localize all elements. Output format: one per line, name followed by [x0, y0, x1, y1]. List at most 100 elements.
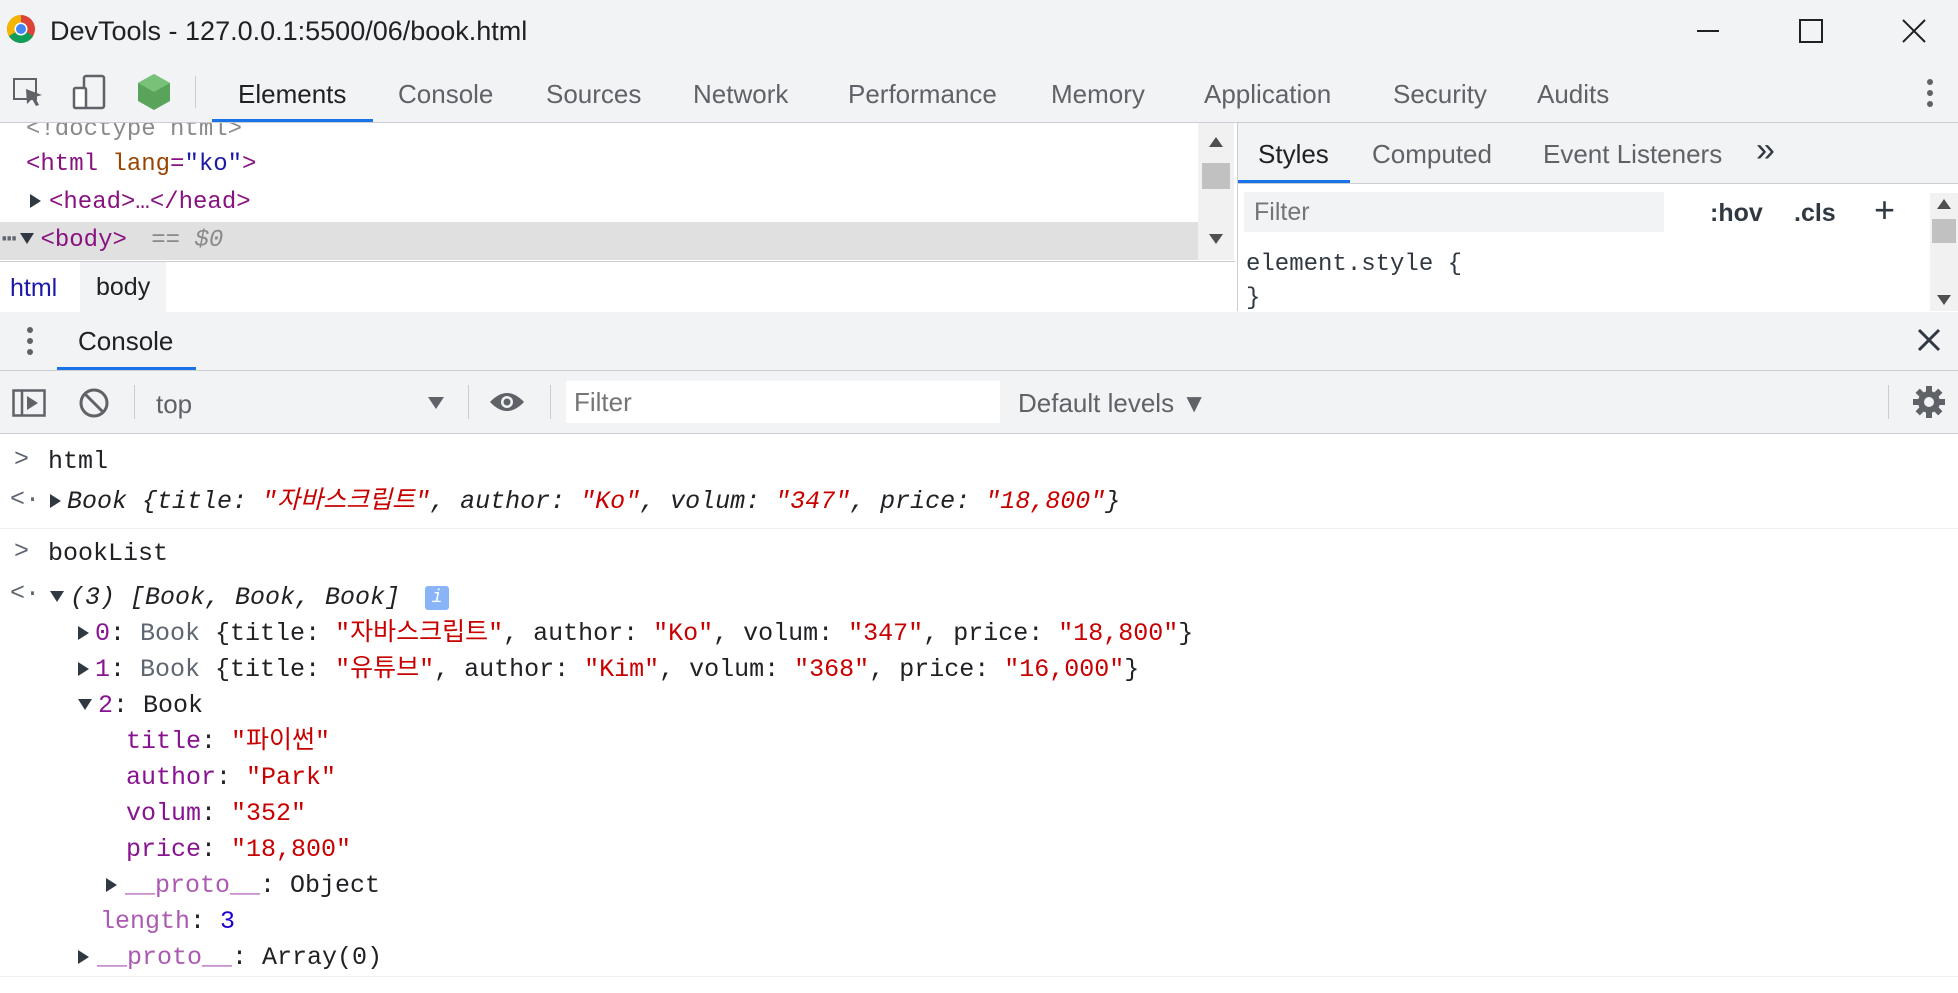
log-levels-dropdown[interactable]: Default levels ▼	[1018, 388, 1207, 419]
item-price-key: , price:	[923, 619, 1059, 648]
array-item-row[interactable]: 1: Book {title: "유튜브", author: "Kim", vo…	[0, 652, 1958, 688]
scroll-down-icon[interactable]	[1209, 234, 1223, 244]
colon: :	[232, 943, 263, 972]
item-prefix: {title:	[200, 655, 336, 684]
colon: :	[110, 655, 141, 684]
tab-styles[interactable]: Styles	[1258, 139, 1329, 170]
html-node-line[interactable]: <html lang="ko">	[26, 146, 256, 184]
tab-console[interactable]: Console	[398, 79, 493, 110]
extension-button[interactable]	[136, 73, 172, 116]
item-prefix: {title:	[200, 619, 336, 648]
close-window-button[interactable]	[1884, 8, 1944, 54]
tab-audits[interactable]: Audits	[1537, 79, 1609, 110]
proto-object-row[interactable]: __proto__: Object	[0, 868, 1958, 904]
drawer-menu-button[interactable]	[20, 324, 40, 363]
hov-toggle-button[interactable]: :hov	[1710, 199, 1763, 228]
colon: :	[260, 871, 291, 900]
proto-array-row[interactable]: __proto__: Array(0)	[0, 940, 1958, 977]
styles-filter-input[interactable]	[1244, 192, 1664, 232]
expand-arrow-icon[interactable]	[106, 878, 117, 892]
device-toolbar-button[interactable]	[72, 74, 108, 115]
more-options-button[interactable]	[1918, 76, 1942, 115]
body-node-line[interactable]: ⋯ <body> == $0	[0, 222, 1200, 260]
close-drawer-button[interactable]	[1917, 328, 1941, 357]
block-icon	[79, 388, 109, 418]
property-key: title	[126, 727, 202, 756]
context-selector[interactable]: top	[140, 379, 450, 425]
tab-event-listeners[interactable]: Event Listeners	[1543, 139, 1722, 170]
scroll-up-icon[interactable]	[1209, 137, 1223, 147]
tab-application[interactable]: Application	[1204, 79, 1331, 110]
toolbar-divider	[134, 385, 135, 419]
tab-network[interactable]: Network	[693, 79, 788, 110]
result-volum-key: , volum:	[640, 487, 776, 516]
ellipsis-icon: ⋯	[2, 227, 17, 254]
cursor-select-icon	[13, 78, 42, 106]
live-expression-button[interactable]	[488, 389, 526, 420]
console-result-row[interactable]: <· Book {title: "자바스크립트", author: "Ko", …	[0, 484, 1958, 529]
item-author-value: "Ko"	[653, 619, 714, 648]
expand-arrow-icon[interactable]	[50, 494, 61, 508]
array-item-row[interactable]: 2: Book	[0, 688, 1958, 724]
item-volum-key: , volum:	[659, 655, 795, 684]
scroll-down-icon[interactable]	[1937, 295, 1951, 305]
html-tag-close: >	[242, 151, 257, 178]
array-summary: (3) [Book, Book, Book]	[70, 583, 401, 612]
result-suffix: }	[1105, 487, 1121, 516]
cls-toggle-button[interactable]: .cls	[1794, 199, 1836, 228]
array-result-row[interactable]: <· (3) [Book, Book, Book] i	[0, 579, 1958, 616]
elements-scrollbar[interactable]	[1198, 123, 1234, 260]
result-price-value: "18,800"	[985, 487, 1106, 516]
clear-console-button[interactable]	[78, 387, 110, 424]
head-tag: <head>…</head>	[49, 189, 251, 216]
info-badge-icon[interactable]: i	[425, 586, 450, 610]
tab-performance[interactable]: Performance	[848, 79, 997, 110]
console-sidebar-button[interactable]	[12, 389, 46, 422]
array-item-row[interactable]: 0: Book {title: "자바스크립트", author: "Ko", …	[0, 616, 1958, 652]
expand-arrow-icon[interactable]	[78, 626, 89, 640]
element-style-rule[interactable]: element.style {	[1246, 251, 1462, 278]
breadcrumb-html[interactable]: html	[10, 274, 57, 303]
console-settings-button[interactable]	[1912, 385, 1946, 424]
result-arrow-icon: <·	[10, 579, 41, 608]
item-price-value: "18,800"	[1058, 619, 1179, 648]
inspect-element-button[interactable]	[12, 76, 46, 115]
expand-arrow-icon[interactable]	[78, 950, 89, 964]
toolbar-divider	[195, 76, 196, 108]
head-node-line[interactable]: <head>…</head>	[30, 184, 251, 222]
minimize-button[interactable]	[1678, 8, 1738, 54]
new-style-rule-button[interactable]: +	[1874, 189, 1895, 231]
colon: :	[201, 835, 232, 864]
collapse-arrow-icon[interactable]	[50, 591, 64, 602]
colon: :	[216, 763, 247, 792]
hexagon-extension-icon	[138, 74, 170, 110]
result-volum-value: "347"	[775, 487, 851, 516]
collapse-arrow-icon[interactable]	[78, 699, 92, 710]
property-key: price	[126, 835, 202, 864]
minimize-icon	[1697, 30, 1719, 32]
body-tag: <body>	[40, 227, 127, 254]
scrollbar-thumb[interactable]	[1932, 219, 1956, 243]
expand-arrow-icon[interactable]	[30, 194, 41, 208]
expand-arrow-icon[interactable]	[78, 662, 89, 676]
tab-memory[interactable]: Memory	[1051, 79, 1145, 110]
styles-scrollbar[interactable]	[1930, 193, 1958, 311]
colon: :	[110, 619, 141, 648]
collapse-arrow-icon[interactable]	[20, 233, 35, 244]
result-title-value: "자바스크립트"	[262, 487, 431, 516]
tab-security[interactable]: Security	[1393, 79, 1487, 110]
item-author-key: , author:	[434, 655, 585, 684]
result-arrow-icon: <·	[10, 485, 41, 514]
drawer-tab-console[interactable]: Console	[78, 326, 173, 357]
tab-sources[interactable]: Sources	[546, 79, 641, 110]
scrollbar-thumb[interactable]	[1202, 163, 1230, 189]
scroll-up-icon[interactable]	[1937, 199, 1951, 209]
maximize-button[interactable]	[1781, 8, 1841, 54]
breadcrumb-body[interactable]: body	[80, 262, 167, 312]
item-author-value: "Kim"	[584, 655, 660, 684]
console-filter-input[interactable]	[566, 381, 1000, 423]
tab-elements[interactable]: Elements	[238, 79, 346, 110]
maximize-icon	[1799, 19, 1823, 43]
more-tabs-chevron-icon[interactable]: »	[1756, 131, 1775, 170]
tab-computed[interactable]: Computed	[1372, 139, 1492, 170]
